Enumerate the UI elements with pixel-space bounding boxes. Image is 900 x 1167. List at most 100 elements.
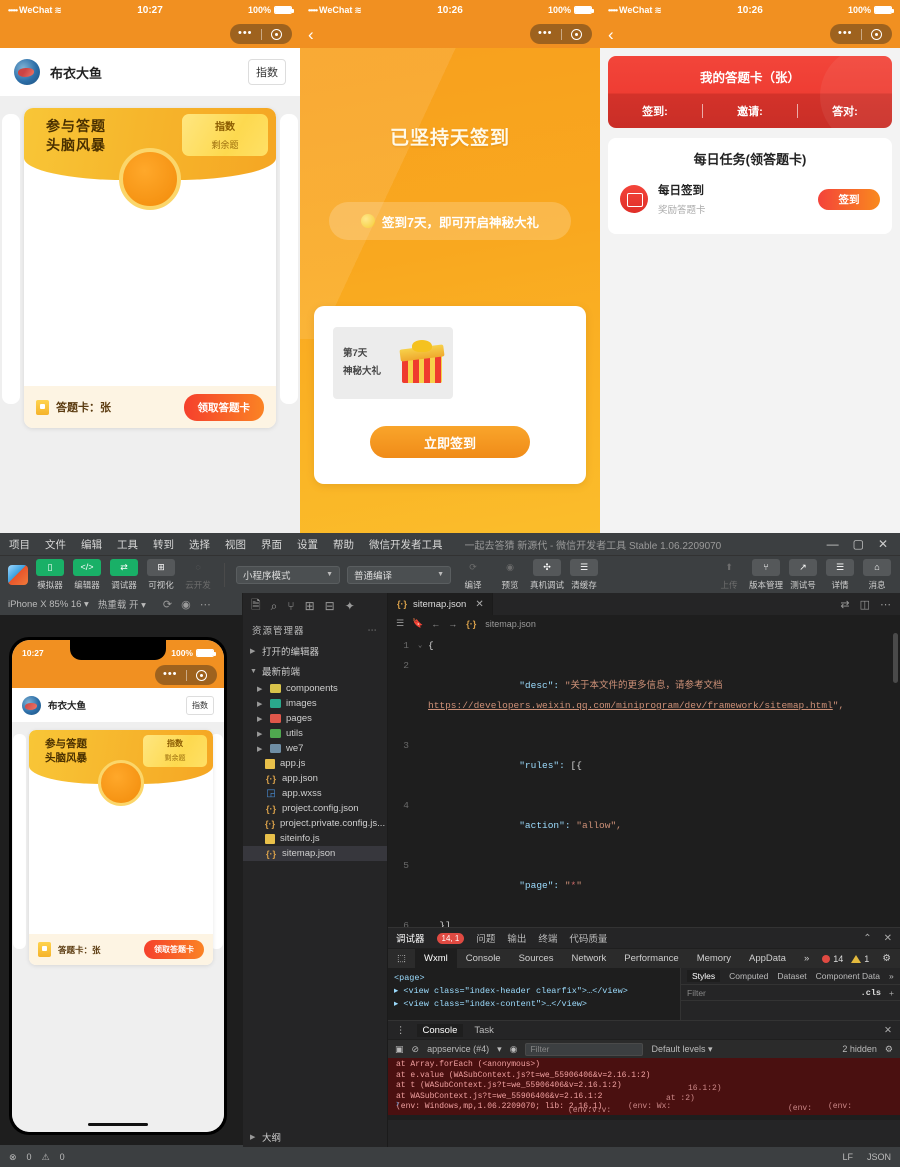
split-editor-icon[interactable]: ◫: [860, 598, 870, 611]
wechat-capsule[interactable]: •••: [155, 665, 217, 685]
gear-icon[interactable]: ⚙: [873, 949, 900, 968]
compile-select[interactable]: 普通编译 ▼: [347, 566, 451, 584]
code-link[interactable]: https://developers.weixin.qq.com/minipro…: [428, 700, 833, 711]
styles-tab-dataset[interactable]: Dataset: [777, 971, 806, 981]
quiz-card[interactable]: 参与答题 头脑风暴 指数 剩余题 答题卡： 张 领取答题卡: [24, 108, 276, 428]
status-language[interactable]: JSON: [867, 1152, 891, 1162]
menu-item-edit[interactable]: 编辑: [78, 535, 105, 554]
nav-back-icon[interactable]: ←: [431, 619, 440, 629]
hot-reload-select[interactable]: 热重载 开 ▾: [98, 597, 146, 611]
clearcache-icon[interactable]: ☰: [570, 559, 598, 576]
status-warning-icon[interactable]: ⚠: [42, 1152, 50, 1163]
compile-icon[interactable]: ⟳: [459, 559, 487, 576]
task-signin-button[interactable]: 签到: [818, 189, 880, 210]
nav-forward-icon[interactable]: →: [448, 619, 457, 629]
toolbar-details[interactable]: ☰ 详情: [825, 559, 855, 591]
menu-item-select[interactable]: 选择: [186, 535, 213, 554]
console-filter-input[interactable]: Filter: [525, 1043, 643, 1056]
console-context-select[interactable]: appservice (#4): [427, 1044, 489, 1054]
collapse-icon[interactable]: ⌃: [863, 933, 871, 944]
add-rule-icon[interactable]: +: [889, 988, 894, 998]
claim-card-button[interactable]: 领取答题卡: [144, 940, 204, 959]
toolbar-preview[interactable]: ◉ 预览: [495, 559, 525, 591]
gift-tile[interactable]: 第7天 神秘大礼: [333, 327, 453, 399]
device-screen[interactable]: 10:27 100% •••: [12, 640, 224, 1132]
capsule-menu-icon[interactable]: •••: [155, 672, 186, 678]
panel-tab-output[interactable]: 输出: [507, 931, 526, 945]
menu-item-project[interactable]: 项目: [6, 535, 33, 554]
realdevice-icon[interactable]: ✣: [533, 559, 561, 576]
styles-tab-computed[interactable]: Computed: [729, 971, 768, 981]
toolbar-simulator[interactable]: ▯ 模拟器: [35, 559, 65, 591]
menu-item-devtools[interactable]: 微信开发者工具: [366, 535, 446, 554]
menu-item-view[interactable]: 视图: [222, 535, 249, 554]
simulator-icon[interactable]: ▯: [36, 559, 64, 576]
cls-button[interactable]: .cls: [861, 988, 881, 998]
index-badge-button[interactable]: 指数: [186, 696, 214, 715]
editor-tab-sitemap-json[interactable]: {·} sitemap.json ✕: [388, 593, 493, 615]
editor-icon[interactable]: </>: [73, 559, 101, 576]
menu-item-help[interactable]: 帮助: [330, 535, 357, 554]
toolbar-realdevice[interactable]: ✣ 真机调试: [532, 559, 562, 591]
source-control-icon[interactable]: ⑂: [287, 599, 294, 613]
record-icon[interactable]: ◉: [181, 598, 191, 611]
quiz-index-chip[interactable]: 指数 剩余题: [143, 735, 207, 767]
file-row-pages[interactable]: ▶ pages: [243, 711, 387, 726]
signin-now-button[interactable]: 立即签到: [370, 426, 530, 458]
file-row-we7[interactable]: ▶ we7: [243, 741, 387, 756]
console-output[interactable]: at Array.forEach (<anonymous>) at e.valu…: [388, 1058, 900, 1120]
styles-tabs-overflow[interactable]: »: [889, 971, 894, 981]
file-row-project-private-config[interactable]: {·} project.private.config.js...: [243, 816, 387, 831]
console-prompt[interactable]: ›: [388, 1096, 407, 1110]
back-icon[interactable]: ‹: [308, 26, 314, 43]
device-select[interactable]: iPhone X 85% 16 ▾: [8, 599, 89, 610]
file-row-project-config[interactable]: {·} project.config.json: [243, 801, 387, 816]
fold-icon[interactable]: ⌄: [418, 636, 428, 656]
gear-icon[interactable]: ⚙: [885, 1044, 893, 1055]
close-icon[interactable]: ✕: [884, 933, 892, 944]
sidebar-toggle-icon[interactable]: ▣: [395, 1044, 404, 1055]
warning-count-badge[interactable]: 1: [847, 954, 873, 964]
menu-icon[interactable]: ☰: [396, 618, 404, 629]
quiz-card[interactable]: 参与答题 头脑风暴 指数 剩余题: [29, 730, 213, 965]
file-row-utils[interactable]: ▶ utils: [243, 726, 387, 741]
dom-line[interactable]: <page>: [394, 972, 674, 985]
file-row-app-json[interactable]: {·} app.json: [243, 771, 387, 786]
files-icon[interactable]: 🗎: [251, 596, 261, 617]
wechat-capsule[interactable]: •••: [230, 24, 292, 44]
back-icon[interactable]: ‹: [608, 26, 614, 43]
menu-item-tools[interactable]: 工具: [114, 535, 141, 554]
more-icon[interactable]: ⋯: [200, 598, 211, 611]
section-project-root[interactable]: ▼ 最新前端: [243, 661, 387, 681]
refresh-icon[interactable]: ⟳: [163, 598, 172, 611]
details-icon[interactable]: ☰: [826, 559, 854, 576]
capsule-menu-icon[interactable]: •••: [230, 31, 261, 37]
visual-icon[interactable]: ⊞: [147, 559, 175, 576]
bell-icon[interactable]: ⌂: [863, 559, 891, 576]
close-icon[interactable]: ✕: [475, 599, 483, 610]
extensions-icon[interactable]: ⊞: [305, 599, 315, 613]
chevron-down-icon[interactable]: ▾: [497, 1044, 502, 1055]
close-button[interactable]: ✕: [878, 538, 888, 550]
console-levels-select[interactable]: Default levels ▾: [651, 1044, 712, 1055]
file-row-sitemap-json[interactable]: {·} sitemap.json: [243, 846, 387, 861]
console-tab-task[interactable]: Task: [474, 1025, 494, 1036]
status-eol[interactable]: LF: [842, 1152, 853, 1162]
editor-scrollbar[interactable]: [893, 633, 898, 683]
capsule-close-icon[interactable]: [862, 29, 893, 40]
wechat-capsule[interactable]: •••: [530, 24, 592, 44]
mode-select[interactable]: 小程序模式 ▼: [236, 566, 340, 584]
layout-icon[interactable]: ⊟: [325, 599, 335, 613]
styles-filter-placeholder[interactable]: Filter: [687, 988, 706, 998]
close-icon[interactable]: ✕: [884, 1025, 892, 1036]
menu-item-settings[interactable]: 设置: [294, 535, 321, 554]
panel-tab-debugger[interactable]: 调试器: [396, 931, 425, 945]
wechat-capsule[interactable]: •••: [830, 24, 892, 44]
toolbar-debugger[interactable]: ⇄ 调试器: [109, 559, 139, 591]
capsule-close-icon[interactable]: [562, 29, 593, 40]
toolbar-testaccount[interactable]: ↗ 测试号: [788, 559, 818, 591]
debug-icon[interactable]: ✦: [345, 599, 355, 613]
kebab-icon[interactable]: ⋮: [396, 1025, 406, 1036]
devtools-tab-memory[interactable]: Memory: [688, 949, 740, 968]
claim-card-button[interactable]: 领取答题卡: [184, 394, 265, 421]
